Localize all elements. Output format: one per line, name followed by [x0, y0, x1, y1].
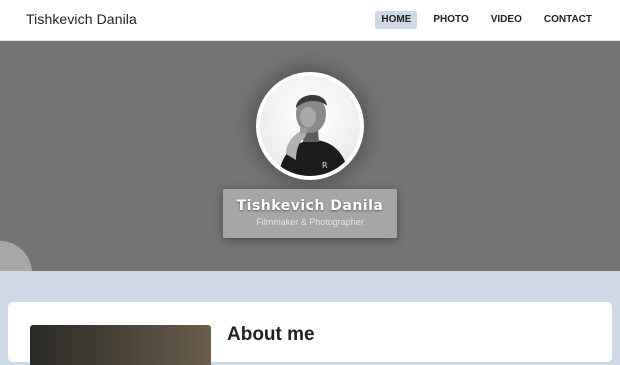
nav-photo-link[interactable]: PHOTO	[427, 11, 474, 29]
hero-name-card: Tishkevich Danila Filmmaker & Photograph…	[223, 189, 397, 238]
avatar: R	[256, 72, 364, 180]
hero-tagline: Filmmaker & Photographer	[256, 217, 364, 227]
main-nav: HOME PHOTO VIDEO CONTACT	[375, 11, 598, 29]
about-card: About me	[8, 302, 612, 365]
decorative-circle	[0, 241, 32, 271]
top-navbar: Tishkevich Danila HOME PHOTO VIDEO CONTA…	[0, 0, 620, 41]
about-photo	[30, 325, 211, 365]
svg-text:R: R	[322, 161, 328, 170]
hero-section: R Tishkevich Danila Filmmaker & Photogra…	[0, 41, 620, 271]
hero-name: Tishkevich Danila	[236, 198, 384, 214]
nav-video-link[interactable]: VIDEO	[485, 11, 528, 29]
nav-home-link[interactable]: HOME	[375, 11, 418, 29]
portrait-photo-icon: R	[258, 74, 362, 178]
nav-contact-link[interactable]: CONTACT	[538, 11, 598, 29]
site-brand[interactable]: Tishkevich Danila	[26, 11, 137, 27]
